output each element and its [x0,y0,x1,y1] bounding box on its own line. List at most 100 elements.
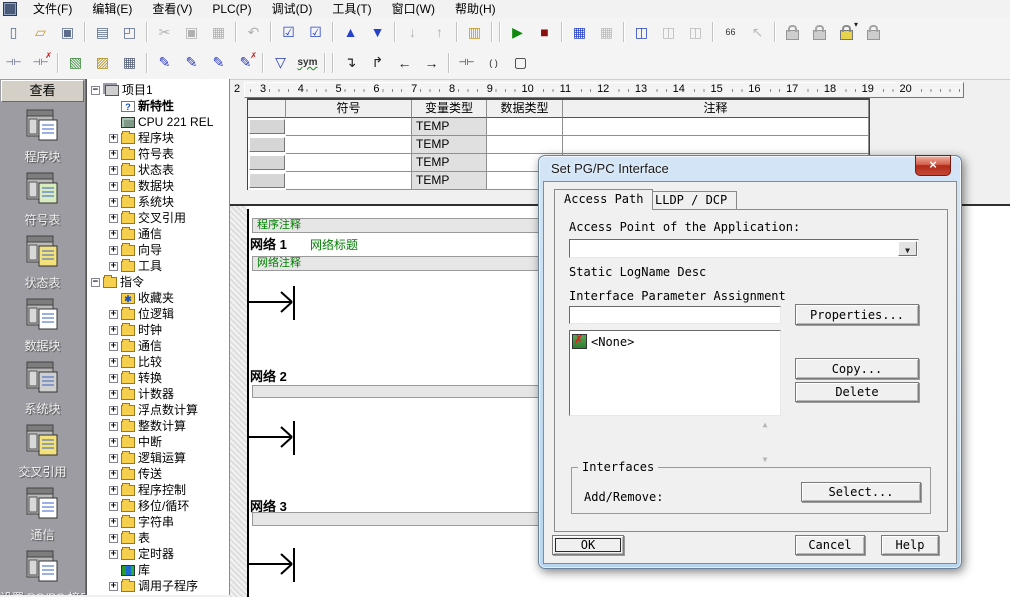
tree-item[interactable]: +计数器 [87,386,229,402]
table-cell[interactable] [563,118,869,136]
tree-expander[interactable]: + [109,230,118,239]
tree-expander[interactable]: + [109,134,118,143]
help-button[interactable]: Help [881,535,939,555]
pointer-icon[interactable]: ↖ [745,20,770,44]
force-contact-icon[interactable]: ⊣⊢ [1,51,26,75]
tree-expander[interactable]: + [109,310,118,319]
tree-item[interactable]: −项目1 [87,82,229,98]
print-icon[interactable]: ▤ [90,20,115,44]
menu-window[interactable]: 窗口(W) [382,0,445,18]
open-folder-icon[interactable]: ▱ [28,20,53,44]
sidebar-item-cross-reference[interactable]: 交叉引用 [0,418,85,481]
list-item-none[interactable]: ✗ <None> [570,331,780,352]
menu-file[interactable]: 文件(F) [23,0,82,18]
tree-expander[interactable]: + [109,518,118,527]
bookmark-prev-icon[interactable]: ✎ [206,51,231,75]
line-right-icon[interactable]: → [419,51,444,75]
tree-item[interactable]: +整数计算 [87,418,229,434]
filter-funnel-icon[interactable]: ▽ [268,51,293,75]
tree-expander[interactable]: + [109,246,118,255]
tree-expander[interactable]: + [109,150,118,159]
network-1-title[interactable]: 网络标题 [310,236,358,253]
bookmark-next-icon[interactable]: ✎ [179,51,204,75]
tree-expander[interactable]: + [109,438,118,447]
menu-view[interactable]: 查看(V) [142,0,202,18]
copy-button[interactable]: Copy... [795,358,919,379]
sidebar-item-program-block[interactable]: 程序块 [0,103,85,166]
table-cell[interactable]: TEMP [412,154,487,172]
bookmark-pen-icon[interactable]: ✎ [152,51,177,75]
lock-disabled-icon[interactable] [861,20,886,44]
tree-item[interactable]: +调用子程序 [87,578,229,594]
sidebar-item-symbol-table[interactable]: 符号表 [0,166,85,229]
tree-item[interactable]: +数据块 [87,178,229,194]
cut-icon[interactable]: ✂ [152,20,177,44]
tree-expander[interactable]: + [109,326,118,335]
bookmark-glasses-icon[interactable]: 66 [718,20,743,44]
tree-item[interactable]: CPU 221 REL [87,114,229,130]
password-lock-icon[interactable]: ▾ [834,20,859,44]
download-icon[interactable]: ▼ [365,20,390,44]
cancel-button[interactable]: Cancel [795,535,865,555]
unlock-icon[interactable] [807,20,832,44]
sidebar-item-data-block[interactable]: 数据块 [0,292,85,355]
tree-item[interactable]: +工具 [87,258,229,274]
ok-button[interactable]: OK [552,535,624,555]
line-left-icon[interactable]: ← [392,51,417,75]
table-cell[interactable] [286,154,412,172]
list-scroll-spinner[interactable]: ▲ ▼ [757,420,773,464]
select-button[interactable]: Select... [801,482,921,502]
sort-descending-icon[interactable]: ↑ [427,20,452,44]
table-cell[interactable] [487,136,563,154]
properties-button[interactable]: Properties... [795,304,919,325]
tree-item[interactable]: ✱收藏夹 [87,290,229,306]
tree-expander[interactable]: + [109,166,118,175]
paste-icon[interactable]: ▦ [206,20,231,44]
contact-element-icon[interactable]: ⊣⊢ [454,51,479,75]
menu-plc[interactable]: PLC(P) [202,0,261,18]
lock-icon[interactable] [780,20,805,44]
tree-expander[interactable]: − [91,86,100,95]
tree-item[interactable]: +时钟 [87,322,229,338]
table-cell[interactable] [286,118,412,136]
tree-item[interactable]: +位逻辑 [87,306,229,322]
tree-item[interactable]: +中断 [87,434,229,450]
tree-expander[interactable]: + [109,390,118,399]
program-status-stop-icon[interactable]: ◫ [683,20,708,44]
tree-item[interactable]: +比较 [87,354,229,370]
tree-item[interactable]: +定时器 [87,546,229,562]
program-status-pause-icon[interactable]: ◫ [656,20,681,44]
tree-expander[interactable]: + [109,502,118,511]
tree-expander[interactable]: + [109,262,118,271]
tree-expander[interactable]: + [109,550,118,559]
compile-all-icon[interactable]: ☑ [303,20,328,44]
tree-item[interactable]: ?新特性 [87,98,229,114]
compile-icon[interactable]: ☑ [276,20,301,44]
tree-item[interactable]: +符号表 [87,146,229,162]
menu-help[interactable]: 帮助(H) [445,0,506,18]
line-down-icon[interactable]: ↴ [338,51,363,75]
program-status-icon[interactable]: ◫ [629,20,654,44]
tree-expander[interactable]: + [109,374,118,383]
tree-expander[interactable]: + [109,582,118,591]
box-element-icon[interactable]: ▢ [508,51,533,75]
tree-item[interactable]: +通信 [87,338,229,354]
stop-icon[interactable]: ■ [532,20,557,44]
print-preview-icon[interactable]: ◰ [117,20,142,44]
status-chart-icon[interactable]: ▦ [567,20,592,44]
view-symbol-table-icon[interactable]: ▨ [90,51,115,75]
network-1-label[interactable]: 网络 1 [250,234,287,253]
sidebar-item-status-chart[interactable]: 状态表 [0,229,85,292]
table-cell[interactable]: TEMP [412,136,487,154]
delete-button[interactable]: Delete [795,382,919,402]
menu-debug[interactable]: 调试(D) [262,0,323,18]
tree-expander[interactable]: + [109,406,118,415]
tree-expander[interactable]: + [109,454,118,463]
tree-expander[interactable]: + [109,214,118,223]
tree-expander[interactable]: + [109,182,118,191]
new-file-icon[interactable]: ▯ [1,20,26,44]
tree-expander[interactable]: + [109,342,118,351]
tree-item[interactable]: +交叉引用 [87,210,229,226]
copy-icon[interactable]: ▣ [179,20,204,44]
tree-item[interactable]: +移位/循环 [87,498,229,514]
